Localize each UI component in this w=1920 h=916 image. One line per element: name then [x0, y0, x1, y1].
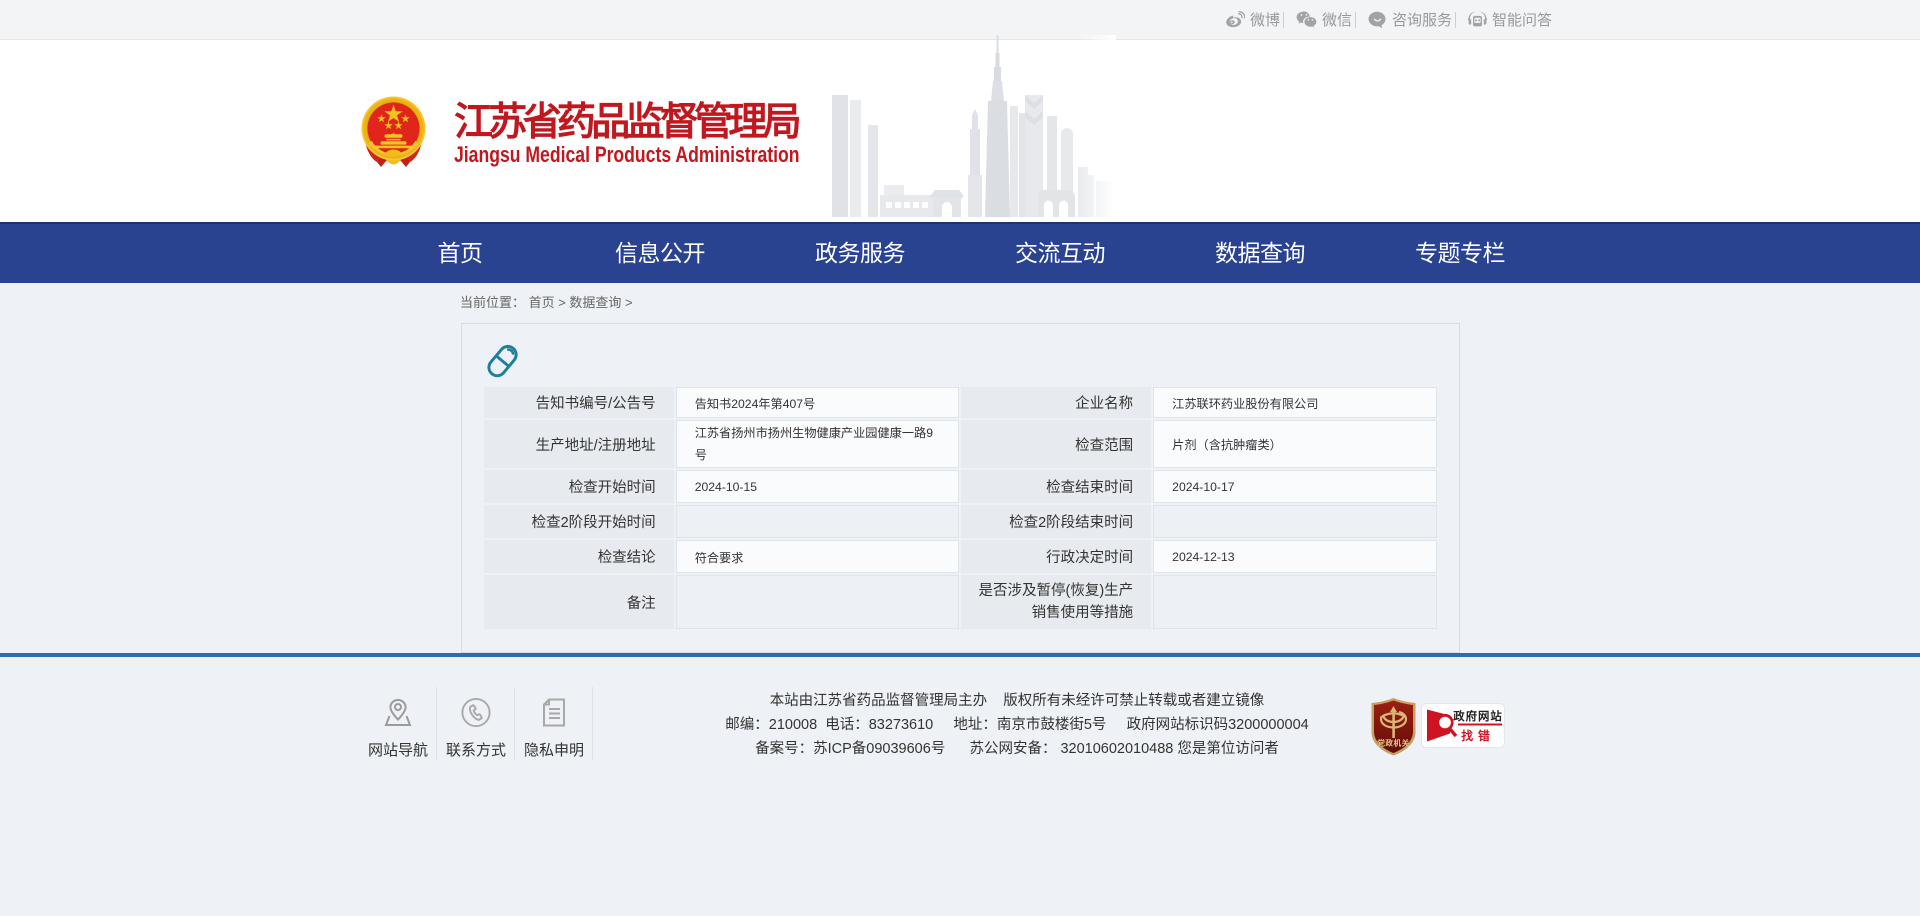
svg-text:党政机关: 党政机关 [1377, 738, 1409, 748]
svg-text:找错: 找错 [1461, 729, 1495, 743]
svg-text:政府网站: 政府网站 [1453, 709, 1503, 723]
